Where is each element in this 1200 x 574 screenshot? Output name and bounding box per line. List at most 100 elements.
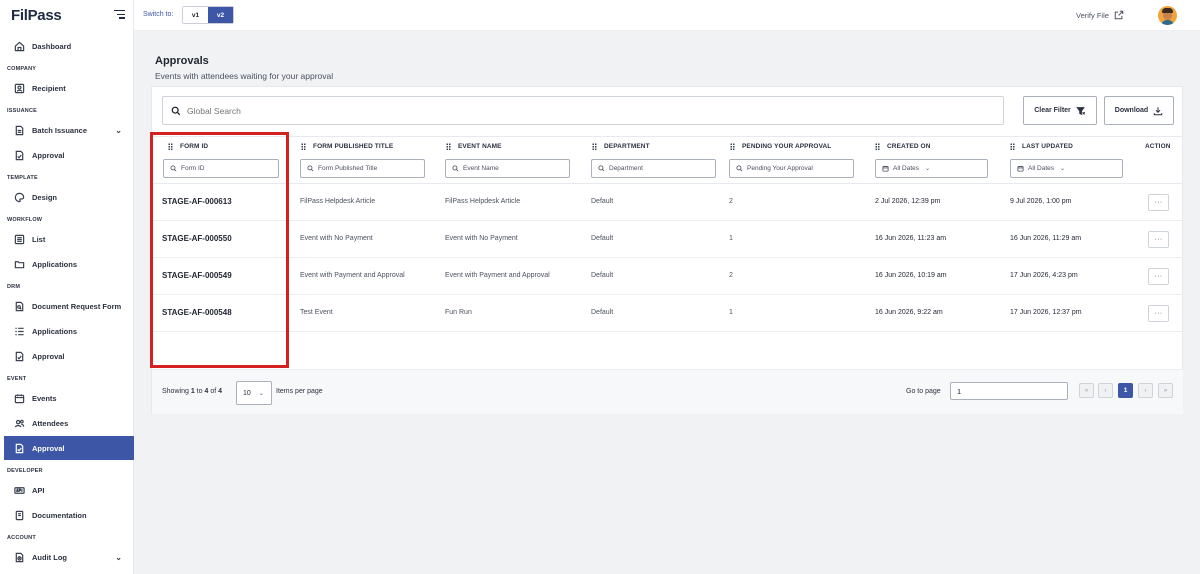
sidebar-item-dashboard[interactable]: Dashboard bbox=[4, 34, 134, 58]
form-id-cell[interactable]: STAGE-AF-000613 bbox=[162, 197, 232, 206]
version-v2-button[interactable]: v2 bbox=[208, 7, 233, 23]
calendar-icon bbox=[882, 165, 889, 172]
section-label-account: ACCOUNT bbox=[7, 535, 36, 541]
sidebar-item-drm-applications[interactable]: Applications bbox=[4, 319, 134, 343]
search-icon bbox=[736, 165, 743, 172]
column-header-department[interactable]: DEPARTMENT bbox=[592, 143, 650, 150]
items-per-page-select[interactable]: 10 ⌄ bbox=[236, 381, 272, 405]
column-header-form-title[interactable]: FORM PUBLISHED TITLE bbox=[301, 143, 393, 150]
drag-handle-icon[interactable] bbox=[730, 143, 735, 150]
search-icon bbox=[452, 165, 459, 172]
audit-log-icon bbox=[14, 552, 25, 563]
sidebar-item-label: Dashboard bbox=[32, 41, 72, 51]
drag-handle-icon[interactable] bbox=[1010, 143, 1015, 150]
last-page-button[interactable]: » bbox=[1158, 383, 1173, 398]
avatar[interactable] bbox=[1158, 6, 1177, 25]
table-row[interactable]: STAGE-AF-000613 FilPass Helpdesk Article… bbox=[152, 184, 1183, 221]
form-id-cell[interactable]: STAGE-AF-000548 bbox=[162, 308, 232, 317]
table-row[interactable]: STAGE-AF-000550 Event with No Payment Ev… bbox=[152, 221, 1183, 258]
pending-filter[interactable]: Pending Your Approval bbox=[729, 159, 854, 178]
table-row[interactable]: STAGE-AF-000548 Test Event Fun Run Defau… bbox=[152, 295, 1183, 332]
sidebar-item-issuance-approval[interactable]: Approval bbox=[4, 143, 134, 167]
row-actions-button[interactable]: ··· bbox=[1148, 305, 1169, 322]
table-header: FORM ID FORM PUBLISHED TITLE EVENT NAME … bbox=[152, 136, 1183, 184]
form-title-cell: Event with Payment and Approval bbox=[300, 272, 405, 279]
drag-handle-icon[interactable] bbox=[168, 143, 173, 150]
drag-handle-icon[interactable] bbox=[301, 143, 306, 150]
global-search-input[interactable] bbox=[187, 105, 987, 116]
sidebar-item-drm-approval[interactable]: Approval bbox=[4, 344, 134, 368]
form-title-cell: Event with No Payment bbox=[300, 235, 373, 242]
clear-filter-button[interactable]: Clear Filter bbox=[1023, 96, 1097, 125]
sidebar-item-documentation[interactable]: Documentation bbox=[4, 503, 134, 527]
sidebar-item-label: Document Request Form bbox=[32, 301, 122, 311]
next-page-button[interactable]: › bbox=[1138, 383, 1153, 398]
calendar-icon bbox=[1017, 165, 1024, 172]
column-header-event-name[interactable]: EVENT NAME bbox=[446, 143, 502, 150]
column-header-last-updated[interactable]: LAST UPDATED bbox=[1010, 143, 1073, 150]
sidebar-item-event-approval[interactable]: Approval bbox=[4, 436, 134, 460]
department-cell: Default bbox=[591, 272, 614, 279]
previous-page-button[interactable]: ‹ bbox=[1098, 383, 1113, 398]
sidebar-item-recipient[interactable]: Recipient bbox=[4, 76, 134, 100]
showing-summary: Showing 1 to 4 of 4 bbox=[162, 388, 223, 395]
row-actions-button[interactable]: ··· bbox=[1148, 231, 1169, 248]
pagination-bar: Showing 1 to 4 of 4 10 ⌄ Items per page G… bbox=[152, 369, 1183, 414]
event-name-filter[interactable]: Event Name bbox=[445, 159, 570, 178]
column-header-created-on[interactable]: CREATED ON bbox=[875, 143, 931, 150]
sidebar-item-events[interactable]: Events bbox=[4, 386, 134, 410]
column-header-pending[interactable]: PENDING YOUR APPROVAL bbox=[730, 143, 831, 150]
switch-label: Switch to: bbox=[143, 11, 174, 18]
sidebar-item-label: Design bbox=[32, 192, 58, 202]
sidebar-item-batch-issuance[interactable]: Batch Issuance ⌄ bbox=[4, 118, 134, 142]
sidebar-item-label: API bbox=[32, 485, 45, 495]
created-on-date-filter[interactable]: All Dates ⌄ bbox=[875, 159, 988, 178]
section-label-issuance: ISSUANCE bbox=[7, 108, 38, 114]
row-actions-button[interactable]: ··· bbox=[1148, 268, 1169, 285]
drag-handle-icon[interactable] bbox=[592, 143, 597, 150]
clear-filter-label: Clear Filter bbox=[1034, 107, 1071, 114]
section-label-drm: DRM bbox=[7, 284, 21, 290]
sidebar-item-audit-log[interactable]: Audit Log ⌄ bbox=[4, 545, 134, 569]
sidebar-item-design[interactable]: Design bbox=[4, 185, 134, 209]
event-name-cell: Event with Payment and Approval bbox=[445, 272, 550, 279]
users-icon bbox=[14, 418, 25, 429]
folder-icon bbox=[14, 259, 25, 270]
last-updated-cell: 9 Jul 2026, 1:00 pm bbox=[1010, 198, 1072, 205]
go-to-page-input[interactable]: 1 bbox=[950, 382, 1068, 400]
department-cell: Default bbox=[591, 198, 614, 205]
sidebar-item-workflow-applications[interactable]: Applications bbox=[4, 252, 134, 276]
form-id-cell[interactable]: STAGE-AF-000550 bbox=[162, 234, 232, 243]
filpass-logo[interactable]: FilPass bbox=[11, 7, 62, 24]
api-icon bbox=[14, 485, 25, 496]
row-actions-button[interactable]: ··· bbox=[1148, 194, 1169, 211]
download-button[interactable]: Download bbox=[1104, 96, 1174, 125]
created-on-cell: 16 Jun 2026, 9:22 am bbox=[875, 309, 943, 316]
home-icon bbox=[14, 41, 25, 52]
last-updated-date-filter[interactable]: All Dates ⌄ bbox=[1010, 159, 1123, 178]
sidebar-item-attendees[interactable]: Attendees bbox=[4, 411, 134, 435]
sidebar-item-api[interactable]: API bbox=[4, 478, 134, 502]
drag-handle-icon[interactable] bbox=[446, 143, 451, 150]
collapse-menu-icon[interactable] bbox=[114, 10, 125, 19]
form-id-cell[interactable]: STAGE-AF-000549 bbox=[162, 271, 232, 280]
sidebar-item-list[interactable]: List bbox=[4, 227, 134, 251]
top-bar: Switch to: v1 v2 Verify File bbox=[134, 0, 1200, 31]
global-search[interactable] bbox=[162, 96, 1004, 125]
verify-file-link[interactable]: Verify File bbox=[1076, 10, 1124, 20]
column-header-form-id[interactable]: FORM ID bbox=[168, 143, 208, 150]
form-title-filter[interactable]: Form Published Title bbox=[300, 159, 425, 178]
version-v1-button[interactable]: v1 bbox=[183, 7, 208, 23]
first-page-button[interactable]: « bbox=[1079, 383, 1094, 398]
table-row[interactable]: STAGE-AF-000549 Event with Payment and A… bbox=[152, 258, 1183, 295]
sidebar-item-label: Applications bbox=[32, 326, 78, 336]
section-label-company: COMPANY bbox=[7, 66, 37, 72]
form-id-filter[interactable]: Form ID bbox=[163, 159, 279, 178]
pending-cell: 2 bbox=[729, 272, 733, 279]
sidebar-item-document-request-form[interactable]: Document Request Form bbox=[4, 294, 134, 318]
current-page-button[interactable]: 1 bbox=[1118, 383, 1133, 398]
version-switch[interactable]: v1 v2 bbox=[182, 6, 234, 24]
form-title-cell: FilPass Helpdesk Article bbox=[300, 198, 376, 205]
department-filter[interactable]: Department bbox=[591, 159, 716, 178]
drag-handle-icon[interactable] bbox=[875, 143, 880, 150]
